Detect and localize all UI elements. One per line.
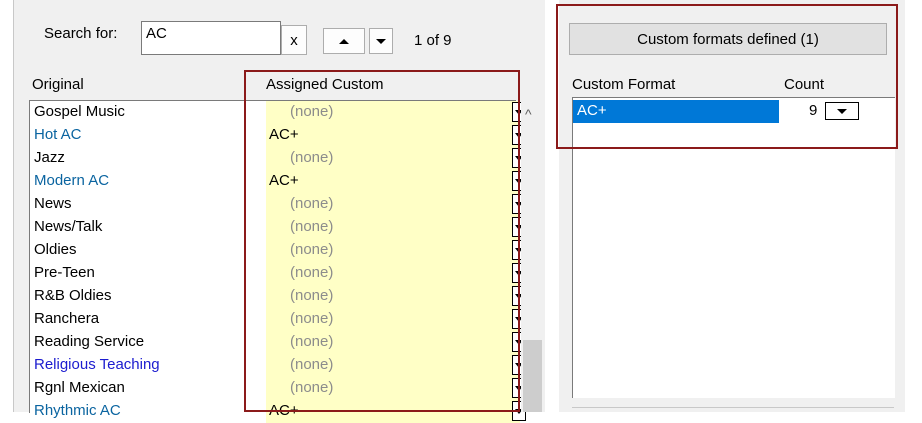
mapping-list-scrollbar[interactable]: ^ [521,100,544,412]
divider [572,407,894,408]
original-format-label: Reading Service [34,333,145,350]
search-input[interactable]: AC [141,21,281,55]
original-format-label: Pre-Teen [34,264,95,281]
clear-search-button[interactable]: x [281,25,307,55]
original-format-label: Oldies [34,241,77,258]
original-format-label: News [34,195,72,212]
original-format-label: Religious Teaching [34,356,160,373]
original-format-label: R&B Oldies [34,287,112,304]
scroll-up-icon[interactable]: ^ [525,106,532,122]
search-label: Search for: [44,25,118,42]
original-format-label: Rhythmic AC [34,402,121,419]
original-format-label: Rgnl Mexican [34,379,125,396]
custom-formats-highlight [556,4,898,149]
arrow-down-icon [376,38,386,44]
original-format-label: Jazz [34,149,65,166]
original-format-label: Ranchera [34,310,100,327]
original-format-label: Gospel Music [34,103,125,120]
original-format-label: Hot AC [34,126,82,143]
original-format-label: Modern AC [34,172,110,189]
match-counter: 1 of 9 [414,32,452,49]
assigned-column-highlight [244,70,520,412]
arrow-up-icon [339,38,349,44]
original-format-label: News/Talk [34,218,103,235]
previous-match-button[interactable] [323,28,365,54]
scrollbar-thumb[interactable] [523,340,542,412]
original-column-header: Original [32,76,84,93]
next-match-button[interactable] [369,28,393,54]
